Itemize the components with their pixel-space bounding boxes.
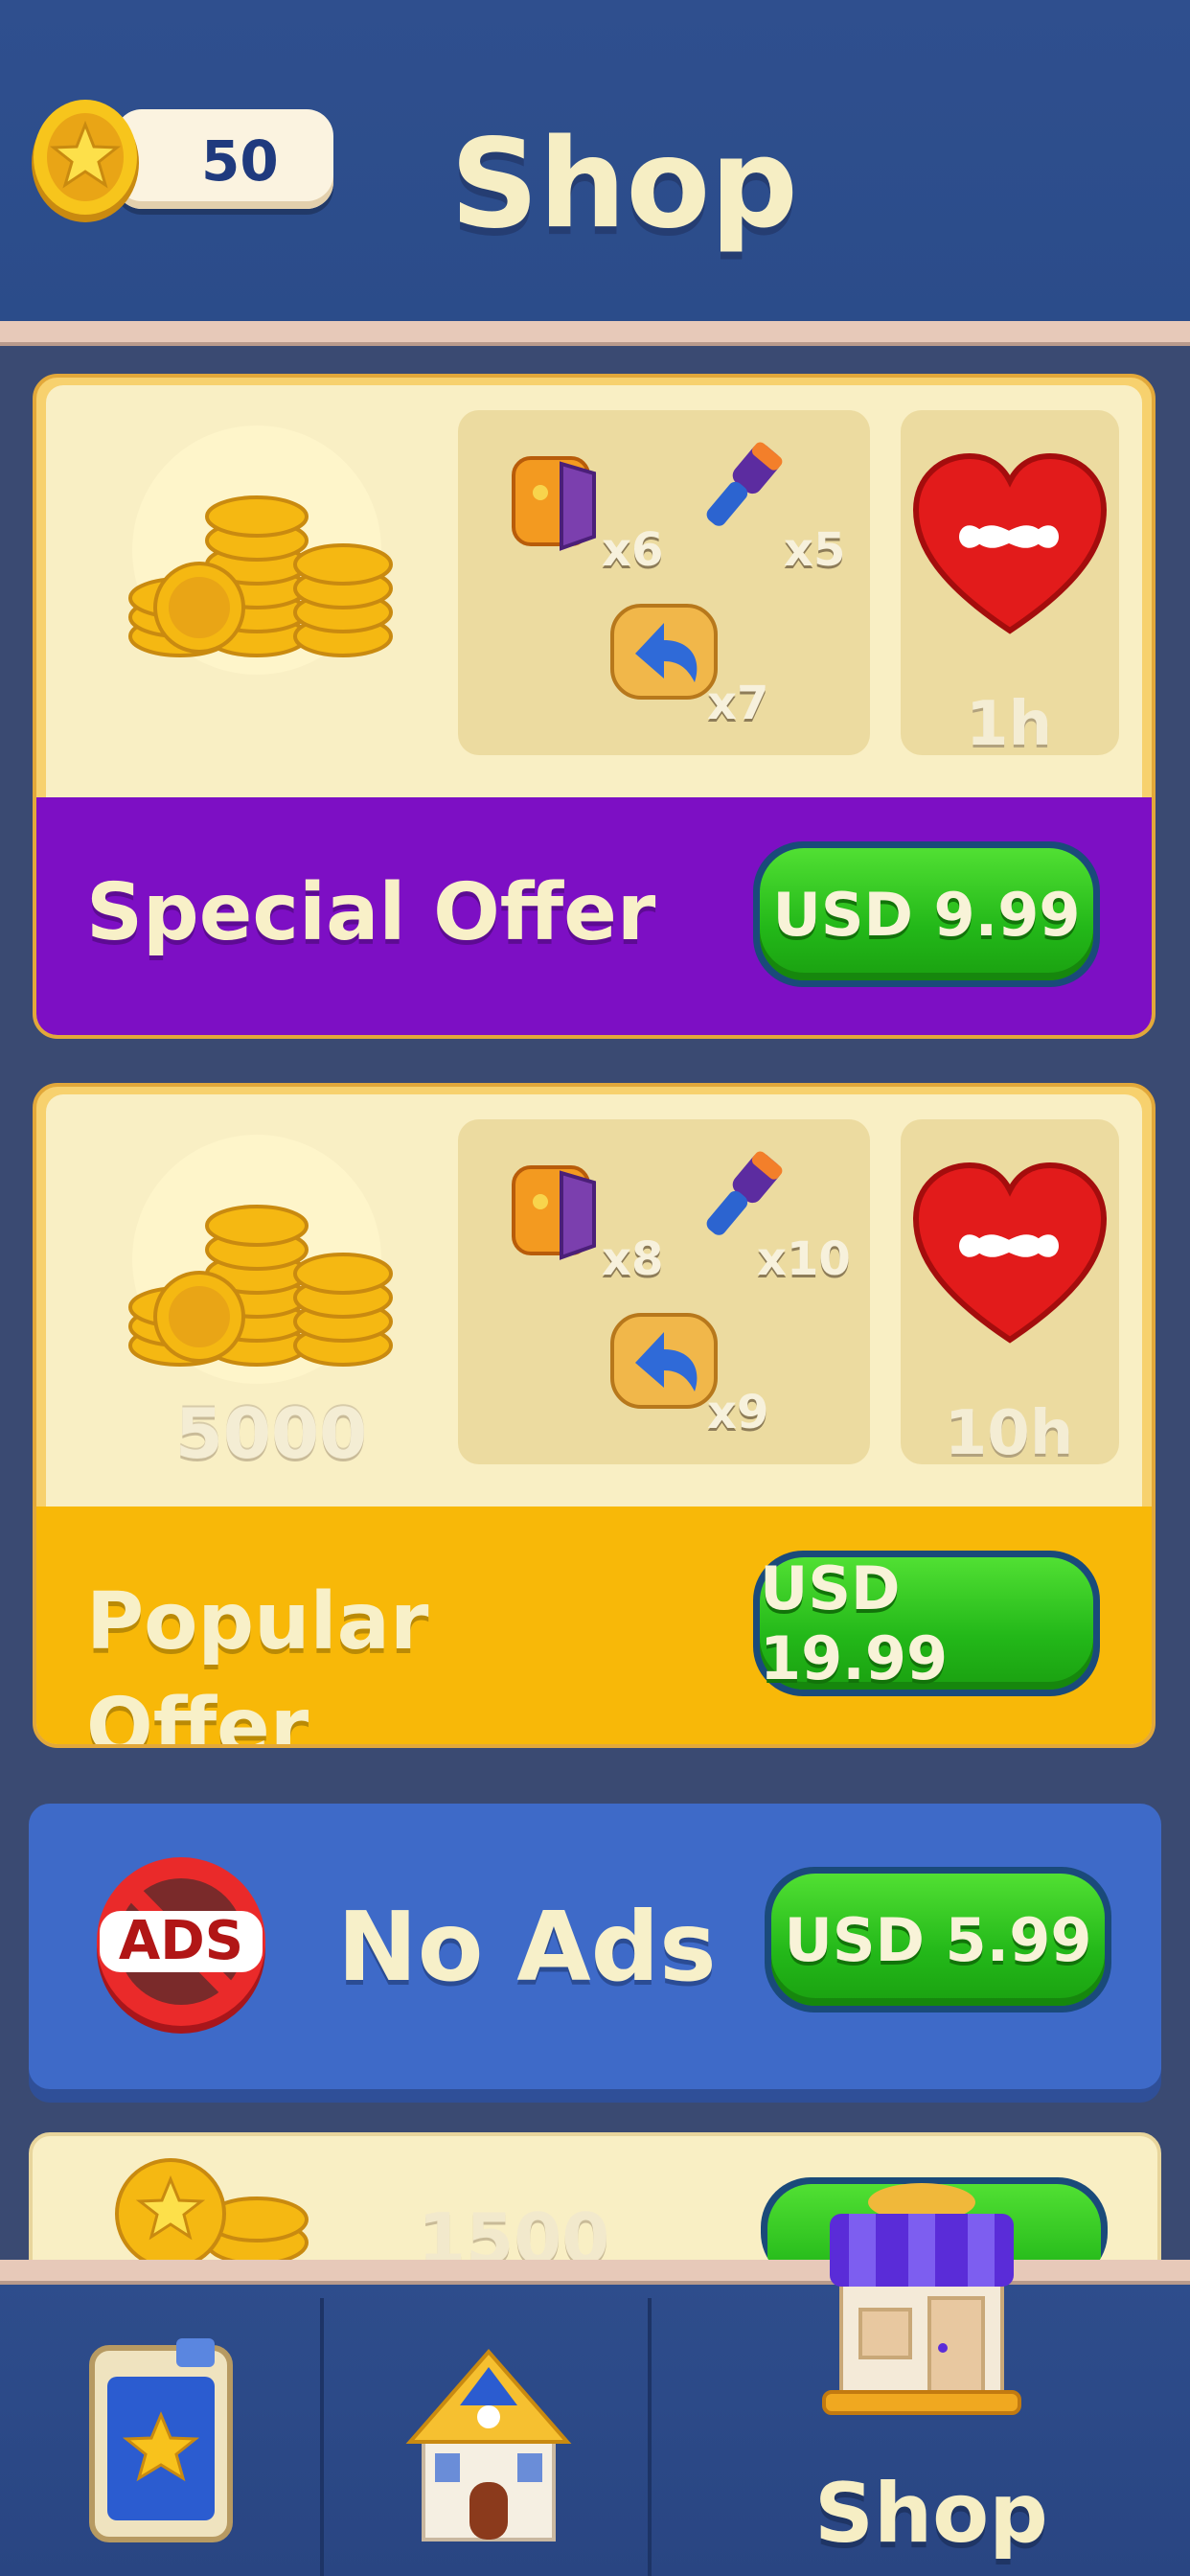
no-ads-badge-text: ADS (119, 1910, 243, 1972)
undo-arrow-booster-qty: x7 (707, 677, 769, 730)
coin-amount: 5000 (174, 1393, 368, 1474)
coin-balance-count: 50 (201, 128, 279, 194)
house-icon[interactable] (402, 2338, 575, 2549)
nav-separator (648, 2298, 652, 2576)
dice-booster-icon (512, 1165, 596, 1260)
shop-store-icon[interactable] (816, 2175, 1027, 2425)
collection-card-icon[interactable] (84, 2338, 238, 2549)
unlimited-lives-duration: 10h (944, 1398, 1074, 1469)
coin-pile-icon (115, 2158, 309, 2269)
paintbrush-booster-icon (706, 442, 783, 526)
no-ads-title: No Ads (337, 1891, 717, 2003)
nav-separator (320, 2298, 324, 2576)
dice-booster-qty: x6 (602, 523, 664, 577)
coin-pile-icon (128, 1135, 393, 1384)
paintbrush-booster-qty: x10 (757, 1232, 851, 1286)
infinite-heart-icon (912, 452, 1108, 634)
paintbrush-booster-qty: x5 (784, 523, 846, 577)
undo-arrow-booster-icon (610, 1313, 718, 1409)
buy-no-ads-button[interactable]: USD 5.99 (765, 1867, 1111, 2012)
no-ads-icon: ADS (97, 1857, 265, 2034)
dice-booster-icon (512, 456, 596, 551)
buy-button-label: USD 5.99 (771, 1874, 1105, 2006)
buy-button-label: USD 9.99 (760, 848, 1093, 980)
unlimited-lives-duration: 1h (965, 689, 1053, 760)
undo-arrow-booster-qty: x9 (707, 1386, 769, 1439)
gold-coin-icon (32, 100, 139, 222)
nav-shop-label: Shop (814, 2466, 1048, 2562)
dice-booster-qty: x8 (602, 1232, 664, 1286)
coin-pile-icon (128, 426, 393, 675)
offer-title: Popular Offer (86, 1576, 429, 1748)
offer-title: Special Offer (86, 867, 656, 958)
coin-amount: 1500 (418, 2200, 610, 2267)
header-divider (0, 321, 1190, 346)
special-offer-card: x6 x5 x7 1h Special Offer USD 9.99 (33, 374, 1156, 1039)
popular-offer-card: 5000 x8 x10 x9 10h Popular Offer USD 19.… (33, 1083, 1156, 1748)
undo-arrow-booster-icon (610, 604, 718, 700)
buy-button-label: USD 19.99 (760, 1553, 1093, 1693)
buy-button[interactable]: USD 9.99 (753, 841, 1100, 987)
page-title: Shop (450, 113, 798, 256)
infinite-heart-icon (912, 1162, 1108, 1344)
buy-button[interactable]: USD 19.99 (753, 1551, 1100, 1696)
